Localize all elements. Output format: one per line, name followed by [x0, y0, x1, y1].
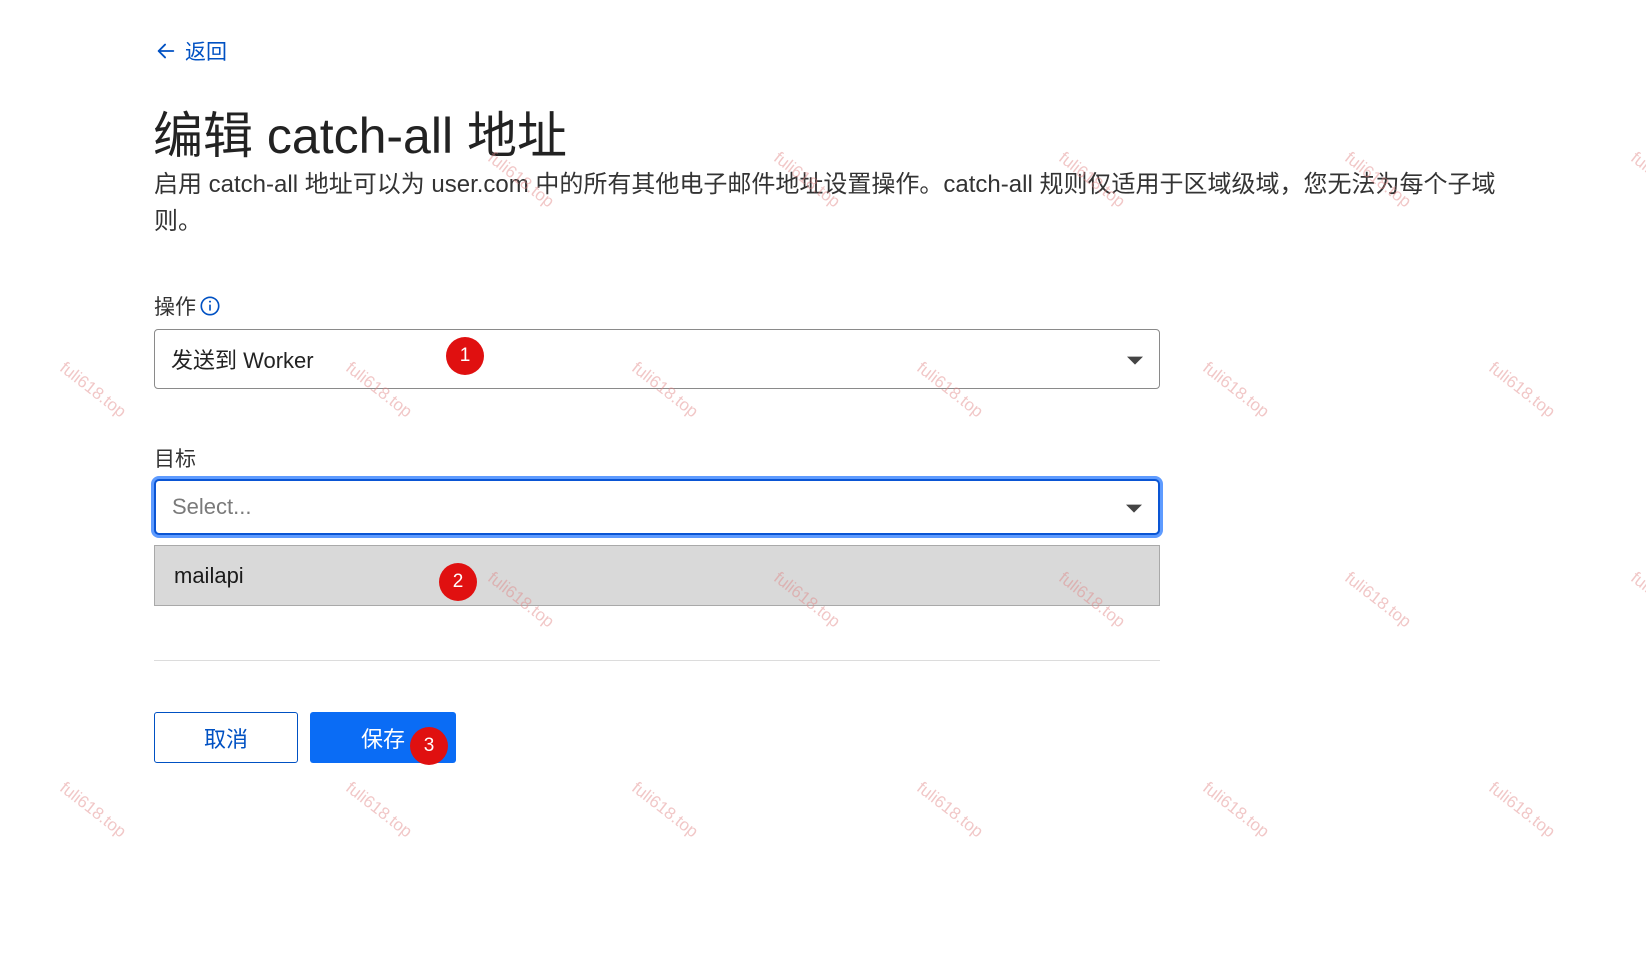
arrow-left-icon — [157, 43, 175, 59]
target-label-text: 目标 — [154, 448, 196, 471]
action-select-value: 发送到 Worker — [171, 348, 314, 373]
action-label: 操作 — [154, 291, 221, 321]
watermark-text: fuli618.top — [1485, 778, 1559, 842]
step-badge: 1 — [446, 337, 484, 375]
watermark-text: fuli618.top — [628, 778, 702, 842]
cancel-button[interactable]: 取消 — [154, 712, 298, 763]
target-select-placeholder: Select... — [172, 494, 252, 519]
action-select[interactable]: 发送到 Worker — [154, 329, 1160, 389]
target-label: 目标 — [154, 443, 196, 473]
watermark-text: fuli618.top — [1199, 358, 1273, 422]
page-description: 启用 catch-all 地址可以为 user.com 中的所有其他电子邮件地址… — [154, 171, 1496, 235]
watermark-text: fuli618.top — [56, 778, 130, 842]
watermark-text: fuli618.top — [342, 778, 416, 842]
watermark-text: fuli618.top — [913, 778, 987, 842]
back-label: 返回 — [185, 41, 227, 64]
step-badge: 3 — [410, 727, 448, 765]
watermark-text: fuli618.top — [1485, 358, 1559, 422]
target-select[interactable]: Select... — [154, 479, 1160, 535]
divider — [154, 660, 1160, 661]
watermark-text: fuli618.top — [1627, 568, 1646, 632]
chevron-down-icon — [1127, 356, 1143, 365]
page-title: 编辑 catch-all 地址 — [153, 108, 567, 164]
action-label-text: 操作 — [154, 296, 196, 319]
watermark-text: fuli618.top — [1341, 568, 1415, 632]
watermark-text: fuli618.top — [1199, 778, 1273, 842]
watermark-text: fuli618.top — [1627, 148, 1646, 212]
edit-catch-all-page: 返回 编辑 catch-all 地址 启用 catch-all 地址可以为 us… — [0, 0, 1646, 974]
chevron-down-icon — [1126, 504, 1142, 513]
dropdown-option-mailapi[interactable]: mailapi — [154, 545, 1160, 606]
watermark-text: fuli618.top — [56, 358, 130, 422]
dropdown-option-label: mailapi — [174, 562, 244, 588]
back-link[interactable]: 返回 — [155, 36, 227, 66]
info-icon[interactable] — [199, 295, 221, 317]
step-badge: 2 — [439, 563, 477, 601]
